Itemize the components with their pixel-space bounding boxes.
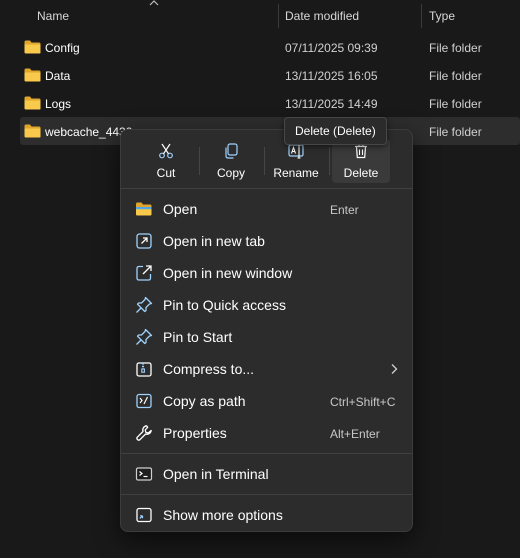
file-date: 13/11/2025 14:49 xyxy=(285,97,378,111)
file-type: File folder xyxy=(429,41,482,55)
scissors-icon xyxy=(159,143,173,159)
menu-item-copy-as-path[interactable]: Copy as path Ctrl+Shift+C xyxy=(125,385,408,417)
copy-path-icon xyxy=(136,393,152,409)
delete-button[interactable]: Delete xyxy=(332,139,390,183)
menu-item-shortcut: Alt+Enter xyxy=(330,427,380,441)
chevron-right-icon xyxy=(391,364,398,374)
column-type-header[interactable]: Type xyxy=(429,9,455,23)
column-name-header[interactable]: Name xyxy=(37,9,69,23)
quick-action-label: Cut xyxy=(156,166,176,180)
delete-tooltip: Delete (Delete) xyxy=(284,117,387,145)
rename-icon xyxy=(288,143,304,159)
folder-icon xyxy=(24,40,41,54)
column-header: Name Date modified Type xyxy=(0,0,520,32)
menu-item-label: Properties xyxy=(163,425,227,441)
folder-open-icon xyxy=(136,202,152,216)
menu-item-label: Show more options xyxy=(163,507,283,523)
file-date: 07/11/2025 09:39 xyxy=(285,41,378,55)
file-name: Config xyxy=(45,41,80,55)
menu-item-properties[interactable]: Properties Alt+Enter xyxy=(125,417,408,449)
menu-item-pin-quick-access[interactable]: Pin to Quick access xyxy=(125,289,408,321)
file-type: File folder xyxy=(429,97,482,111)
trash-icon xyxy=(355,143,367,159)
sort-ascending-icon xyxy=(149,0,159,6)
column-divider[interactable] xyxy=(421,4,422,28)
wrench-icon xyxy=(136,425,152,441)
file-row-data[interactable]: Data 13/11/2025 16:05 File folder xyxy=(20,61,520,89)
folder-icon xyxy=(24,96,41,110)
more-options-icon xyxy=(136,507,152,523)
context-menu: Cut Copy Rename Delete Open Enter Open i… xyxy=(120,129,413,532)
menu-item-show-more-options[interactable]: Show more options xyxy=(125,499,408,531)
menu-item-label: Pin to Quick access xyxy=(163,297,286,313)
divider xyxy=(329,147,330,175)
file-name: Data xyxy=(45,69,71,83)
menu-item-open-new-tab[interactable]: Open in new tab xyxy=(125,225,408,257)
menu-item-label: Open xyxy=(163,201,198,217)
new-tab-icon xyxy=(136,233,152,249)
file-type: File folder xyxy=(429,69,482,83)
rename-button[interactable]: Rename xyxy=(267,139,325,183)
folder-icon xyxy=(24,68,41,82)
menu-separator xyxy=(121,494,412,495)
folder-icon xyxy=(24,124,41,138)
menu-item-label: Pin to Start xyxy=(163,329,233,345)
menu-separator xyxy=(121,188,412,189)
menu-item-open-new-window[interactable]: Open in new window xyxy=(125,257,408,289)
divider xyxy=(264,147,265,175)
pin-icon xyxy=(136,328,153,345)
menu-item-shortcut: Ctrl+Shift+C xyxy=(330,395,396,409)
column-divider[interactable] xyxy=(278,4,279,28)
menu-item-label: Compress to... xyxy=(163,361,255,377)
new-window-icon xyxy=(136,265,152,281)
divider xyxy=(199,147,200,175)
quick-action-label: Rename xyxy=(273,166,319,180)
file-type: File folder xyxy=(429,125,482,139)
quick-action-label: Delete xyxy=(343,166,379,180)
menu-item-label: Copy as path xyxy=(163,393,246,409)
file-row-logs[interactable]: Logs 13/11/2025 14:49 File folder xyxy=(20,89,520,117)
file-row-config[interactable]: Config 07/11/2025 09:39 File folder xyxy=(20,33,520,61)
menu-item-label: Open in new tab xyxy=(163,233,265,249)
copy-icon xyxy=(225,143,238,159)
file-date: 13/11/2025 16:05 xyxy=(285,69,378,83)
menu-separator xyxy=(121,453,412,454)
menu-item-label: Open in Terminal xyxy=(163,466,269,482)
pin-icon xyxy=(136,296,153,313)
menu-item-open[interactable]: Open Enter xyxy=(125,193,408,225)
menu-item-open-terminal[interactable]: Open in Terminal xyxy=(125,458,408,490)
menu-item-label: Open in new window xyxy=(163,265,293,281)
terminal-icon xyxy=(135,467,153,481)
cut-button[interactable]: Cut xyxy=(137,139,195,183)
menu-item-compress[interactable]: Compress to... xyxy=(125,353,408,385)
zip-icon xyxy=(136,362,152,377)
quick-action-label: Copy xyxy=(216,166,245,180)
menu-item-shortcut: Enter xyxy=(330,203,359,217)
file-name: Logs xyxy=(45,97,72,111)
menu-item-pin-start[interactable]: Pin to Start xyxy=(125,321,408,353)
column-date-header[interactable]: Date modified xyxy=(285,9,359,23)
copy-button[interactable]: Copy xyxy=(202,139,260,183)
